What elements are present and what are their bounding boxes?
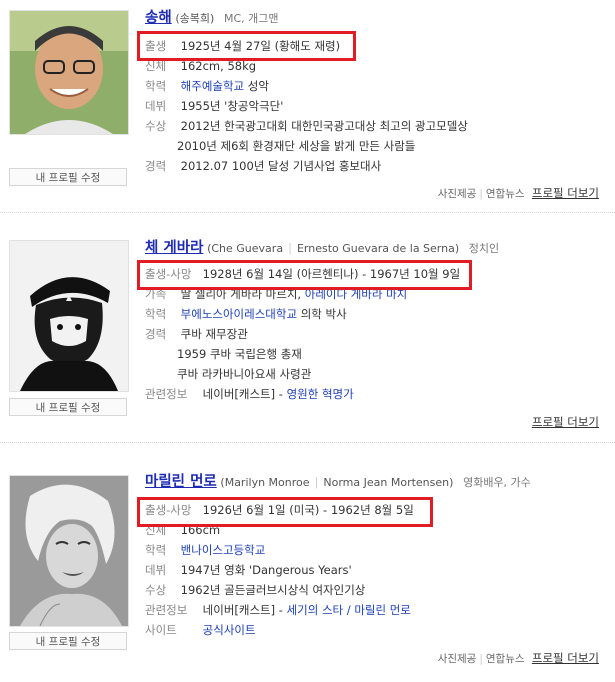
more-profile-link[interactable]: 프로필 더보기 (532, 186, 599, 200)
occupation: 영화배우, 가수 (463, 476, 531, 489)
divider (0, 442, 615, 443)
info-row: 데뷔 1955년 '창공악극단' (145, 96, 607, 116)
row-value: 2010년 제6회 환경재단 세상을 밝게 만든 사람들 (177, 139, 416, 153)
photo-source: 연합뉴스 (485, 188, 525, 200)
debut-row: 데뷔 1947년 영화 'Dangerous Years' (145, 560, 607, 580)
row-label: 수상 (145, 119, 167, 133)
highlight-box (137, 260, 472, 290)
education-row: 학력 밴나이스고등학교 (145, 540, 607, 560)
portrait-image (10, 241, 128, 391)
row-label: 관련정보 (145, 603, 188, 617)
occupation: MC, 개그맨 (223, 12, 279, 25)
row-label: 데뷔 (145, 563, 167, 577)
highlight-box (137, 31, 356, 61)
edit-profile-button[interactable]: 내 프로필 수정 (9, 632, 127, 650)
row-value: 2012년 한국광고대회 대한민국광고대상 최고의 광고모델상 (180, 119, 468, 133)
row-value: 1962년 골든글러브시상식 여자인기상 (180, 583, 366, 597)
more-profile-link[interactable]: 프로필 더보기 (532, 651, 599, 665)
row-label: 사이트 (145, 623, 177, 637)
real-name: (송복희) (175, 12, 215, 25)
person-name[interactable]: 송해 (145, 10, 172, 26)
row-value: 쿠바 라카바니아요새 사령관 (177, 367, 312, 381)
site-row: 사이트 공식사이트 (145, 620, 607, 640)
career-row: 쿠바 라카바니아요새 사령관 (145, 364, 607, 384)
person-name[interactable]: 마릴린 먼로 (145, 474, 217, 490)
name-line: 체 게바라 (Che Guevara | Ernesto Guevara de la… (145, 240, 500, 256)
card-footer: 사진제공 | 연합뉴스 프로필 더보기 (437, 651, 599, 665)
profile-photo[interactable] (9, 240, 129, 392)
profile-photo[interactable] (9, 10, 129, 135)
row-value: 1947년 영화 'Dangerous Years' (180, 563, 352, 577)
row-value: 네이버[캐스트] - (202, 603, 287, 617)
row-value: 162cm, 58kg (180, 59, 257, 73)
row-label: 학력 (145, 307, 167, 321)
info-row: 학력 해주예술학교 성악 (145, 76, 607, 96)
related-row: 관련정보 네이버[캐스트] - 영원한 혁명가 (145, 384, 607, 404)
name-line: 송해 (송복희) MC, 개그맨 (145, 8, 607, 28)
english-name: (Marilyn Monroe (220, 476, 310, 489)
divider (0, 212, 615, 213)
row-label: 학력 (145, 543, 167, 557)
info-row: 수상 2012년 한국광고대회 대한민국광고대상 최고의 광고모델상 (145, 116, 607, 136)
school-link[interactable]: 해주예술학교 (181, 79, 244, 93)
related-link[interactable]: 영원한 혁명가 (287, 387, 354, 401)
edit-profile-button[interactable]: 내 프로필 수정 (9, 398, 127, 416)
highlight-box (137, 497, 433, 527)
official-site-link[interactable]: 공식사이트 (203, 623, 256, 637)
person-name[interactable]: 체 게바라 (145, 240, 203, 256)
school-link[interactable]: 밴나이스고등학교 (181, 543, 266, 557)
education-row: 학력 부에노스아이레스대학교 의학 박사 (145, 304, 607, 324)
school-link[interactable]: 부에노스아이레스대학교 (181, 307, 297, 321)
row-value: 쿠바 재무장관 (180, 327, 248, 341)
row-value: 1955년 '창공악극단' (180, 99, 284, 113)
occupation: 정치인 (468, 242, 500, 255)
row-label: 관련정보 (145, 387, 188, 401)
related-link[interactable]: 세기의 스타 / 마릴린 먼로 (287, 603, 411, 617)
card-footer: 프로필 더보기 (528, 414, 599, 430)
full-name: Norma Jean Mortensen) (323, 476, 454, 489)
photo-credit-label: 사진제공 (437, 653, 477, 665)
row-value: 네이버[캐스트] - (202, 387, 287, 401)
portrait-image (10, 11, 128, 134)
row-value: 성악 (244, 79, 269, 93)
award-row: 수상 1962년 골든글러브시상식 여자인기상 (145, 580, 607, 600)
name-line: 마릴린 먼로 (Marilyn Monroe | Norma Jean Morten… (145, 474, 531, 490)
row-label: 경력 (145, 327, 167, 341)
related-row: 관련정보 네이버[캐스트] - 세기의 스타 / 마릴린 먼로 (145, 600, 607, 620)
more-profile-link[interactable]: 프로필 더보기 (532, 415, 599, 429)
row-label: 학력 (145, 79, 167, 93)
edit-profile-button[interactable]: 내 프로필 수정 (9, 168, 127, 186)
career-row: 1959 쿠바 국립은행 총재 (145, 344, 607, 364)
row-value: 1959 쿠바 국립은행 총재 (177, 347, 302, 361)
card-footer: 사진제공 | 연합뉴스 프로필 더보기 (437, 186, 599, 200)
info-row: 경력 2012.07 100년 달성 기념사업 홍보대사 (145, 156, 607, 176)
portrait-image (10, 476, 128, 626)
row-value: 2012.07 100년 달성 기념사업 홍보대사 (180, 159, 382, 173)
career-row: 경력 쿠바 재무장관 (145, 324, 607, 344)
info-row: 2010년 제6회 환경재단 세상을 밝게 만든 사람들 (145, 136, 607, 156)
photo-source: 연합뉴스 (485, 653, 525, 665)
row-label: 수상 (145, 583, 167, 597)
row-label: 경력 (145, 159, 167, 173)
profile-photo[interactable] (9, 475, 129, 627)
photo-credit-label: 사진제공 (437, 188, 477, 200)
english-name: (Che Guevara (207, 242, 284, 255)
row-label: 데뷔 (145, 99, 167, 113)
row-value: 의학 박사 (297, 307, 347, 321)
full-name: Ernesto Guevara de la Serna) (296, 242, 460, 255)
